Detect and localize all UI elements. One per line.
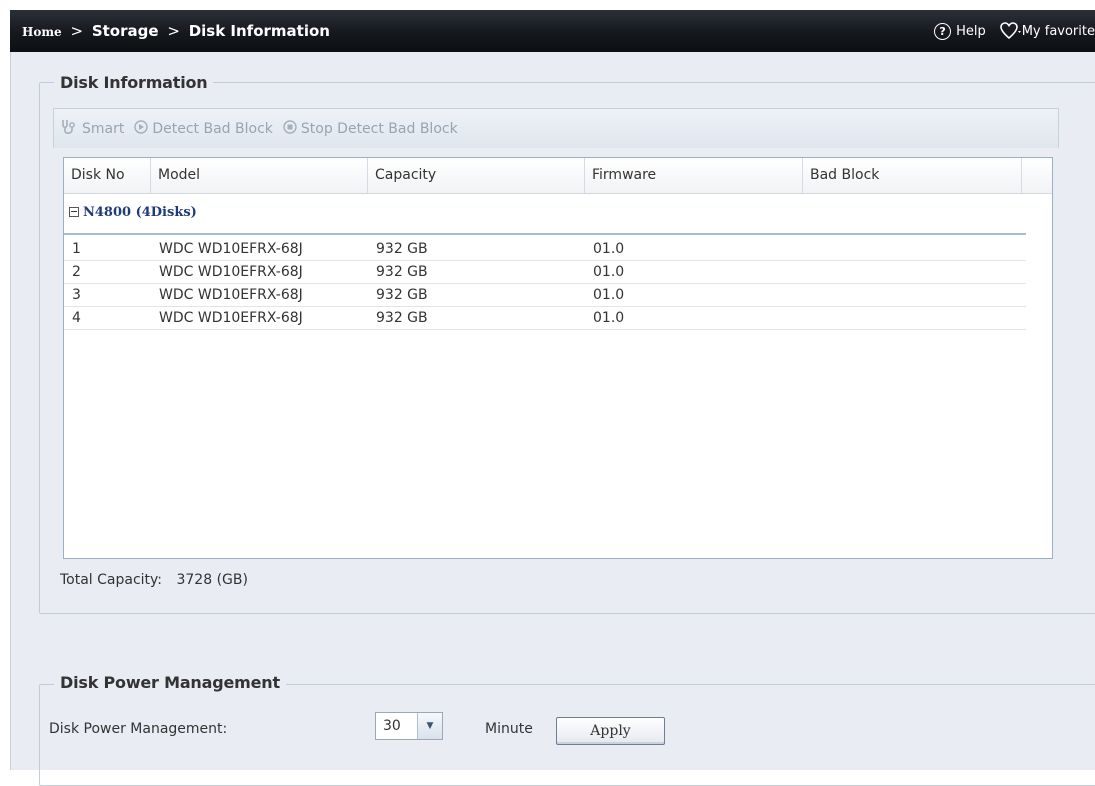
breadcrumb-separator: >	[167, 22, 180, 40]
stop-icon	[283, 119, 297, 138]
heart-icon	[999, 22, 1022, 40]
model: WDC WD10EFRX-68J	[159, 310, 303, 326]
col-bad-block[interactable]: Bad Block	[803, 158, 1022, 193]
breadcrumb-current: Disk Information	[188, 22, 330, 40]
total-capacity-value: 3728 (GB)	[176, 572, 248, 588]
disk-info-legend: Disk Information	[54, 73, 214, 92]
detect-bad-block-button[interactable]: Detect Bad Block	[134, 119, 273, 138]
stethoscope-icon	[60, 119, 78, 139]
model: WDC WD10EFRX-68J	[159, 287, 303, 303]
breadcrumb: Home > Storage > Disk Information	[22, 10, 330, 52]
stop-detect-button[interactable]: Stop Detect Bad Block	[283, 119, 458, 138]
collapse-icon[interactable]	[69, 207, 79, 217]
power-minutes-value: 30	[383, 718, 401, 734]
stop-label: Stop Detect Bad Block	[300, 120, 458, 137]
capacity: 932 GB	[376, 241, 428, 257]
total-capacity-label: Total Capacity:	[60, 572, 163, 588]
apply-button[interactable]: Apply	[556, 717, 665, 745]
group-row[interactable]: N4800 (4Disks)	[64, 193, 1026, 235]
capacity: 932 GB	[376, 287, 428, 303]
disk-no: 3	[72, 287, 81, 303]
top-bar: Home > Storage > Disk Information ? Help…	[10, 10, 1095, 52]
capacity: 932 GB	[376, 310, 428, 326]
disk-table: Disk No Model Capacity Firmware Bad Bloc…	[63, 157, 1053, 559]
power-legend: Disk Power Management	[54, 673, 286, 692]
table-row[interactable]: 3 WDC WD10EFRX-68J 932 GB 01.0	[64, 284, 1026, 307]
smart-button[interactable]: Smart	[60, 119, 124, 139]
model: WDC WD10EFRX-68J	[159, 264, 303, 280]
detect-icon	[134, 119, 149, 138]
power-minutes-select[interactable]: 30 ▼	[375, 712, 443, 740]
col-model[interactable]: Model	[151, 158, 368, 193]
help-label: Help	[956, 23, 986, 39]
disk-toolbar: Smart Detect Bad Block Stop Detect Bad B…	[53, 108, 1059, 148]
minute-label: Minute	[485, 721, 533, 737]
total-capacity: Total Capacity: 3728 (GB)	[60, 572, 248, 588]
breadcrumb-separator: >	[70, 22, 84, 40]
firmware: 01.0	[593, 241, 625, 257]
help-icon: ?	[934, 22, 952, 40]
help-link[interactable]: ? Help	[934, 22, 986, 40]
col-firmware[interactable]: Firmware	[585, 158, 803, 193]
col-capacity[interactable]: Capacity	[368, 158, 585, 193]
col-disk-no[interactable]: Disk No	[64, 158, 151, 193]
table-row[interactable]: 2 WDC WD10EFRX-68J 932 GB 01.0	[64, 261, 1026, 284]
chevron-down-icon[interactable]: ▼	[417, 713, 442, 739]
detect-label: Detect Bad Block	[152, 120, 273, 137]
firmware: 01.0	[593, 310, 625, 326]
table-row[interactable]: 1 WDC WD10EFRX-68J 932 GB 01.0	[64, 238, 1026, 261]
breadcrumb-home[interactable]: Home	[22, 25, 62, 39]
disk-no: 2	[72, 264, 81, 280]
capacity: 932 GB	[376, 264, 428, 280]
smart-label: Smart	[82, 120, 125, 137]
power-management-label: Disk Power Management:	[49, 721, 228, 737]
disk-no: 1	[72, 241, 81, 257]
group-label: N4800 (4Disks)	[83, 205, 197, 220]
firmware: 01.0	[593, 287, 625, 303]
favorite-label: My favorite	[1021, 23, 1095, 39]
firmware: 01.0	[593, 264, 625, 280]
model: WDC WD10EFRX-68J	[159, 241, 303, 257]
breadcrumb-storage[interactable]: Storage	[92, 22, 159, 40]
table-row[interactable]: 4 WDC WD10EFRX-68J 932 GB 01.0	[64, 307, 1026, 330]
favorite-link[interactable]: My favorite	[999, 22, 1095, 40]
table-header: Disk No Model Capacity Firmware Bad Bloc…	[64, 158, 1052, 194]
disk-no: 4	[72, 310, 81, 326]
